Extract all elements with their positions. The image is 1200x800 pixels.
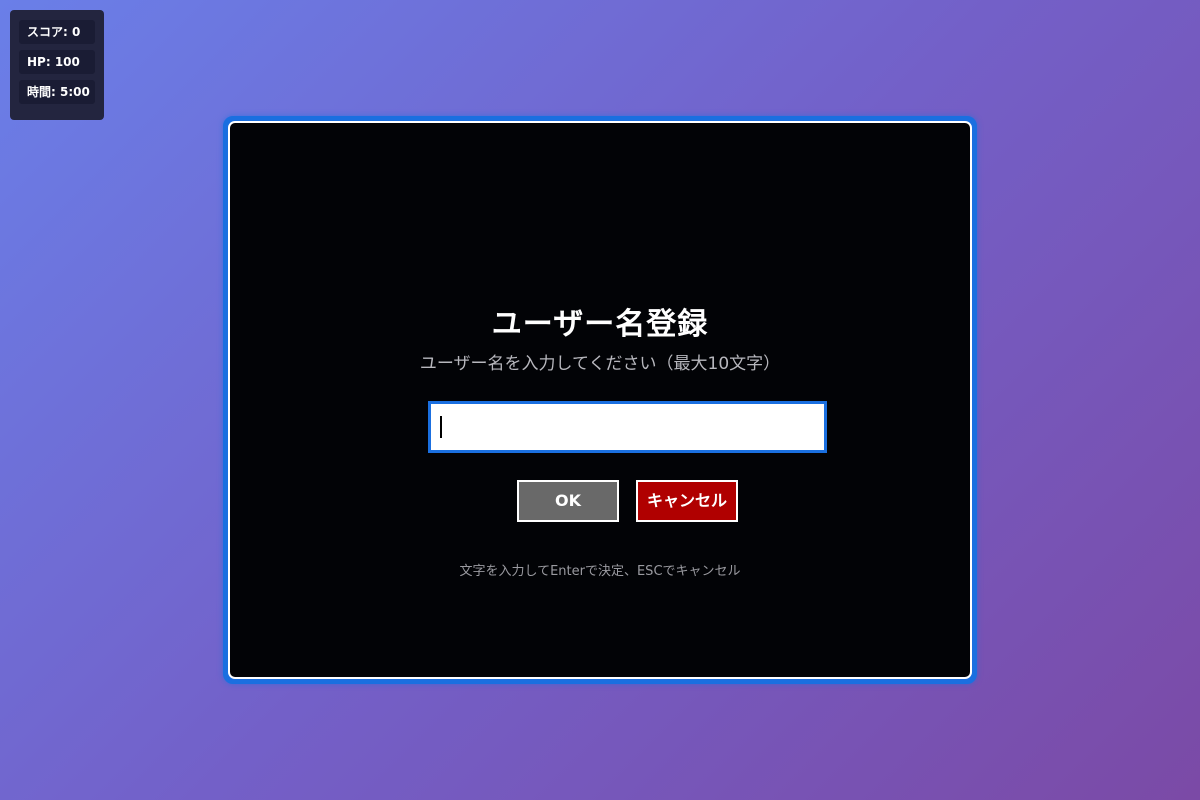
ok-button[interactable]: OK: [517, 480, 619, 522]
hp-display: HP: 100: [19, 50, 95, 74]
username-dialog: ユーザー名登録 ユーザー名を入力してください（最大10文字） OK キャンセル …: [228, 121, 972, 679]
game-screen-frame: ユーザー名登録 ユーザー名を入力してください（最大10文字） OK キャンセル …: [223, 116, 977, 684]
time-display: 時間: 5:00: [19, 80, 95, 104]
dialog-title: ユーザー名登録: [491, 307, 709, 342]
score-display: スコア: 0: [19, 20, 95, 44]
cancel-button[interactable]: キャンセル: [636, 480, 738, 522]
instruction-hint: 文字を入力してEnterで決定、ESCでキャンセル: [459, 564, 741, 579]
username-input[interactable]: [428, 401, 827, 453]
dialog-subtitle: ユーザー名を入力してください（最大10文字）: [419, 354, 781, 374]
hud-panel: スコア: 0 HP: 100 時間: 5:00: [10, 10, 104, 120]
text-caret: [440, 416, 442, 438]
